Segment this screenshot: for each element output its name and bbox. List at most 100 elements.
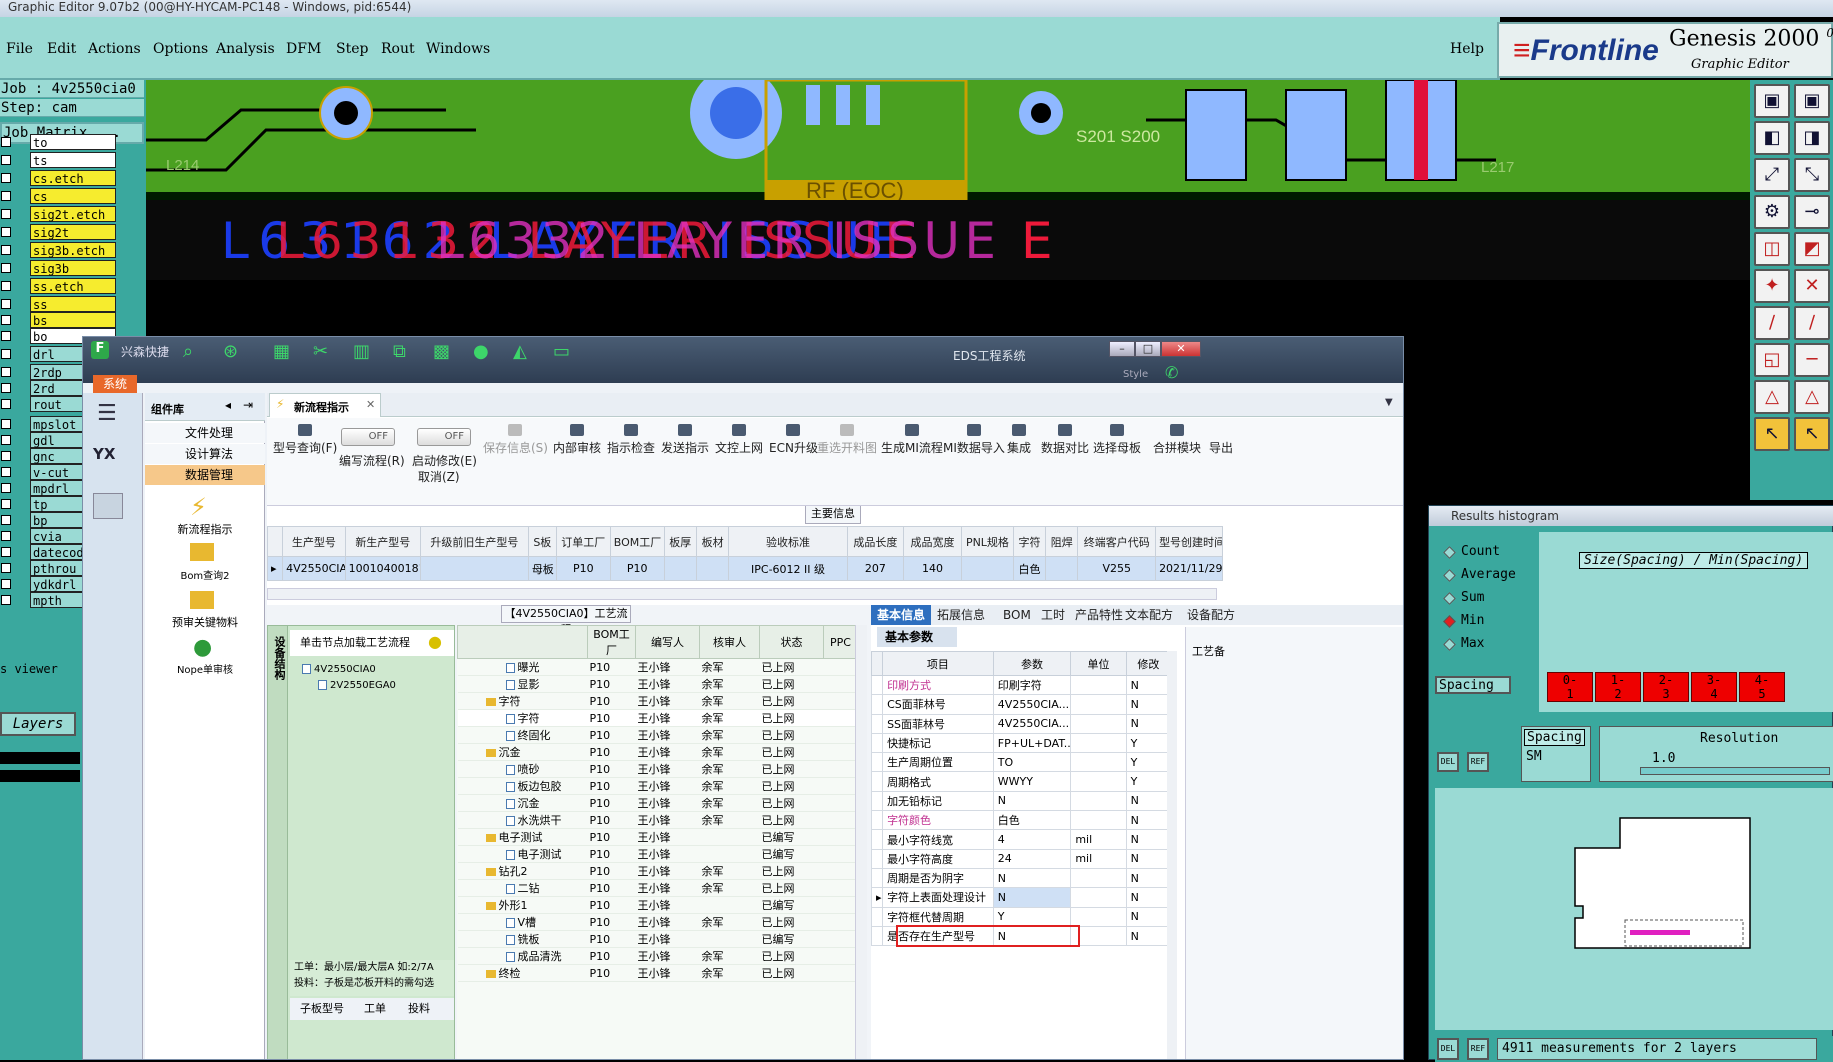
monitor-icon[interactable]: ▭	[553, 341, 570, 362]
hist-bin[interactable]: 4- 5	[1739, 672, 1785, 702]
layer-row[interactable]: sig2t	[0, 224, 116, 240]
style-label[interactable]: Style	[1123, 369, 1148, 380]
params-col-header[interactable]: 修改	[1125, 651, 1172, 676]
process-row[interactable]: 字符 P10 王小锋 余军 已上网	[457, 709, 858, 727]
layer-checkbox[interactable]	[1, 499, 11, 509]
grid-col-header[interactable]: 板材	[695, 526, 730, 557]
pre-review-label[interactable]: 预审关键物料	[145, 614, 265, 630]
grid-cell[interactable]	[420, 556, 529, 581]
process-row[interactable]: 二钻 P10 王小锋 余军 已上网	[457, 879, 858, 897]
radio-diamond[interactable]	[1443, 569, 1456, 582]
params-row[interactable]: 生产周期位置 TO Y	[870, 752, 1172, 773]
minimize-button[interactable]: –	[1109, 341, 1135, 357]
process-row[interactable]: 电子测试 P10 王小锋 已编写	[457, 845, 858, 863]
param-value[interactable]: 印刷字符	[992, 674, 1072, 696]
ref-button[interactable]: REF	[1467, 752, 1489, 772]
layer-checkbox[interactable]	[1, 399, 11, 409]
grid-col-header[interactable]: 字符	[1012, 526, 1047, 557]
layer-checkbox[interactable]	[1, 299, 11, 309]
tree-node-root[interactable]: 4V2550CIA0	[302, 664, 376, 675]
footer-ref-button[interactable]: REF	[1467, 1038, 1489, 1060]
process-col-header[interactable]: 编写人	[635, 625, 700, 659]
gen-mi-flow-button[interactable]: 生成MI流程	[881, 424, 943, 456]
grid-cell[interactable]: 2021/11/29	[1155, 556, 1223, 581]
layer-checkbox[interactable]	[1, 227, 11, 237]
grid-col-header[interactable]: 终端客户代码	[1077, 526, 1157, 557]
layer-checkbox[interactable]	[1, 209, 11, 219]
layer-checkbox[interactable]	[1, 173, 11, 183]
param-value[interactable]: 4	[992, 829, 1072, 850]
layer-checkbox[interactable]	[1, 155, 11, 165]
hist-bin[interactable]: 0- 1	[1547, 672, 1593, 702]
layer-checkbox[interactable]	[1, 191, 11, 201]
param-value[interactable]: N	[992, 790, 1072, 812]
tool-button[interactable]: ⊸	[1794, 195, 1830, 229]
menu-dfm[interactable]: DFM	[286, 41, 321, 57]
process-row[interactable]: 沉金 P10 王小锋 余军 已上网	[457, 794, 858, 812]
search-icon[interactable]: ⌕	[183, 341, 193, 362]
menu-icon[interactable]: ☰	[97, 401, 117, 426]
film-icon[interactable]: ▥	[353, 341, 370, 362]
reselect-cut-button[interactable]: 重选开料图	[817, 424, 877, 456]
mi-import-button[interactable]: MI数据导入	[943, 424, 1005, 456]
horizontal-scrollbar[interactable]	[267, 588, 1217, 600]
ecn-upgrade-button[interactable]: ECN升级	[769, 424, 818, 456]
process-row[interactable]: 沉金 P10 王小锋 余军 已上网	[457, 743, 858, 761]
layer-checkbox[interactable]	[1, 451, 11, 461]
sm-item[interactable]: SM	[1526, 749, 1542, 764]
params-col-header[interactable]: 单位	[1070, 651, 1127, 676]
layer-checkbox[interactable]	[1, 245, 11, 255]
menu-windows[interactable]: Windows	[426, 41, 490, 57]
grid-icon[interactable]: ▦	[273, 341, 290, 362]
tool-button[interactable]: ⤡	[1794, 158, 1830, 192]
menu-help[interactable]: Help	[1450, 41, 1484, 57]
write-flow-toggle[interactable]: OFF	[341, 428, 395, 446]
grid-cell[interactable]: 4V2550CIA0	[282, 556, 346, 581]
process-row[interactable]: V槽 P10 王小锋 余军 已上网	[457, 913, 858, 931]
menu-rout[interactable]: Rout	[381, 41, 415, 57]
grid-cell[interactable]: P10	[555, 556, 611, 581]
grid-cell[interactable]: 140	[902, 556, 963, 581]
params-tab[interactable]: 设备配方	[1181, 605, 1241, 625]
hist-option[interactable]: Max	[1461, 636, 1484, 651]
export-button[interactable]: 导出	[1209, 424, 1233, 456]
layer-checkbox[interactable]	[1, 531, 11, 541]
grid-col-header[interactable]: 生产型号	[282, 526, 346, 557]
grid-col-header[interactable]: 验收标准	[728, 526, 848, 557]
param-value[interactable]: 白色	[992, 810, 1072, 831]
process-row[interactable]: 显影 P10 王小锋 余军 已上网	[457, 675, 858, 693]
hist-option[interactable]: Sum	[1461, 590, 1484, 605]
process-row[interactable]: 钻孔2 P10 王小锋 余军 已上网	[457, 862, 858, 880]
layer-row[interactable]: ss	[0, 296, 116, 312]
user-icon[interactable]: ●	[473, 341, 489, 362]
grid-cell[interactable]	[663, 556, 697, 581]
params-col-header[interactable]: 项目	[882, 651, 994, 676]
params-scrollbar[interactable]	[1167, 651, 1177, 1059]
hist-option[interactable]: Average	[1461, 567, 1516, 582]
layer-checkbox[interactable]	[1, 595, 11, 605]
copy-icon[interactable]: ⧉	[393, 341, 406, 362]
params-tab[interactable]: 拓展信息	[931, 605, 991, 625]
scissors-icon[interactable]: ✂	[313, 341, 328, 362]
del-button[interactable]: DEL	[1437, 752, 1459, 772]
select-mother-board-button[interactable]: 选择母板	[1093, 424, 1141, 456]
resolution-slider[interactable]	[1640, 767, 1830, 775]
radio-diamond[interactable]	[1443, 592, 1456, 605]
hist-option[interactable]: Min	[1461, 613, 1484, 628]
params-row[interactable]: 印刷方式 印刷字符 N	[870, 674, 1172, 696]
spacing-select[interactable]: Spacing	[1435, 676, 1511, 694]
merge-module-button[interactable]: 合拼模块	[1153, 424, 1201, 456]
process-row[interactable]: 终固化 P10 王小锋 余军 已上网	[457, 726, 858, 744]
process-col-header[interactable]: 状态	[759, 625, 824, 659]
param-value[interactable]: WWYY	[992, 771, 1072, 792]
tool-button[interactable]: △	[1754, 380, 1790, 414]
params-row[interactable]: 加无铅标记 N N	[870, 790, 1172, 812]
grid-cell[interactable]: 10010400181832	[344, 556, 422, 581]
layer-row[interactable]: cs	[0, 188, 116, 204]
menu-actions[interactable]: Actions	[88, 41, 141, 57]
tool-button[interactable]: ─	[1794, 343, 1830, 377]
process-col-header[interactable]: BOM工厂	[587, 625, 636, 659]
tool-button[interactable]: ✦	[1754, 269, 1790, 303]
footer-del-button[interactable]: DEL	[1437, 1038, 1459, 1060]
menu-file[interactable]: File	[6, 41, 33, 57]
